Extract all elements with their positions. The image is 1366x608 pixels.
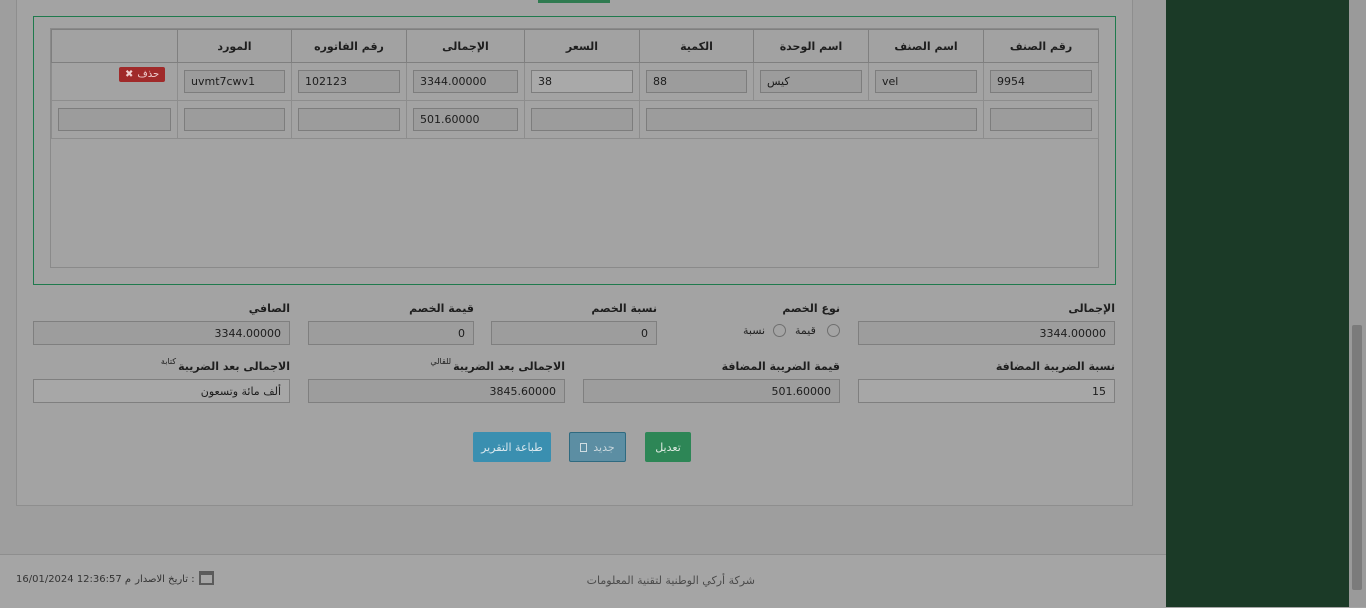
calendar-icon	[198, 571, 214, 585]
total-value-field[interactable]: 3344.00000	[858, 321, 1115, 345]
new-invoice-field[interactable]	[298, 108, 400, 131]
col-price: السعر	[524, 29, 640, 63]
new-total-field[interactable]: 501.60000	[413, 108, 518, 131]
total-label: الإجمالى	[1068, 302, 1115, 315]
vat-value-field[interactable]: 501.60000	[583, 379, 840, 403]
col-unit-name: اسم الوحدة	[753, 29, 869, 63]
edit-button[interactable]: تعديل	[645, 432, 691, 462]
vat-rate-field[interactable]: 15	[858, 379, 1115, 403]
top-action-button-edge[interactable]	[538, 0, 610, 3]
col-quantity: الكمية	[639, 29, 754, 63]
total-field[interactable]: 3344.00000	[413, 70, 518, 93]
net-label: الصافي	[248, 302, 290, 315]
col-item-no: رقم الصنف	[983, 29, 1099, 63]
items-grid: رقم الصنف اسم الصنف اسم الوحدة الكمية ال…	[50, 28, 1099, 268]
vat-value-label: قيمة الضريبة المضافة	[721, 360, 840, 373]
release-date: 16/01/2024 12:36:57 م	[16, 574, 132, 585]
grid-header-row: رقم الصنف اسم الصنف اسم الوحدة الكمية ال…	[51, 29, 1099, 63]
company-name: شركة أركي الوطنية لتقنية المعلومات	[586, 574, 755, 587]
invoice-no-field[interactable]: 102123	[298, 70, 400, 93]
col-total: الإجمالى	[406, 29, 525, 63]
sidebar	[1166, 0, 1349, 607]
delete-row-button[interactable]: ✖ حذف	[119, 67, 166, 82]
total-after-tax-sup: للقالي	[430, 357, 452, 366]
vat-rate-label: نسبة الضريبة المضافة	[995, 360, 1115, 373]
total-after-tax-field[interactable]: 3845.60000	[308, 379, 565, 403]
discount-value-label: قيمة الخصم	[409, 302, 474, 315]
release-info: 16/01/2024 12:36:57 م تاريخ الاصدار :	[16, 571, 214, 585]
discount-type-value-radio[interactable]	[827, 324, 840, 337]
scrollbar-thumb[interactable]	[1352, 325, 1362, 590]
item-name-field[interactable]: vel	[875, 70, 977, 93]
new-price-field[interactable]	[531, 108, 633, 131]
discount-type-label: نوع الخصم	[782, 302, 840, 315]
quantity-field[interactable]: 88	[646, 70, 747, 93]
col-actions	[51, 29, 178, 63]
price-field[interactable]: 38	[531, 70, 633, 93]
print-label: طباعة التقرير	[481, 440, 543, 454]
total-after-tax-label: الاجمالى بعد الضريبة	[453, 360, 565, 373]
supplier-field[interactable]: uvmt7cwv1	[184, 70, 285, 93]
total-words-field[interactable]: ألف مائة وتسعون	[33, 379, 290, 403]
new-supplier-field[interactable]	[184, 108, 285, 131]
total-words-sup: كتابة	[160, 357, 177, 366]
discount-rate-field[interactable]: 0	[491, 321, 657, 345]
entry-row: 501.60000	[51, 100, 1099, 139]
discount-type-value-label: قيمة	[795, 324, 816, 337]
discount-rate-label: نسبة الخصم	[591, 302, 657, 315]
new-item-desc-field[interactable]	[646, 108, 977, 131]
new-extra-field[interactable]	[58, 108, 171, 131]
print-report-button[interactable]: طباعة التقرير	[473, 432, 551, 462]
file-icon	[580, 442, 588, 452]
new-label: جديد	[593, 440, 615, 454]
delete-label: حذف	[137, 69, 160, 80]
footer: شركة أركي الوطنية لتقنية المعلومات 16/01…	[0, 554, 1166, 608]
total-words-label-group: كتابة الاجمالى بعد الضريبة	[140, 357, 290, 373]
table-row: 9954 vel كيس 88 38 3344.00000 102123 uvm…	[51, 62, 1099, 101]
discount-value-field[interactable]: 0	[308, 321, 474, 345]
col-supplier: المورد	[177, 29, 292, 63]
total-words-label: الاجمالى بعد الضريبة	[178, 360, 290, 373]
discount-type-percent-radio[interactable]	[773, 324, 786, 337]
new-button[interactable]: جديد	[569, 432, 626, 462]
col-item-name: اسم الصنف	[868, 29, 984, 63]
unit-name-field[interactable]: كيس	[760, 70, 862, 93]
release-label: تاريخ الاصدار :	[135, 574, 195, 585]
main-content: رقم الصنف اسم الصنف اسم الوحدة الكمية ال…	[0, 0, 1166, 608]
item-no-field[interactable]: 9954	[990, 70, 1092, 93]
vertical-scrollbar[interactable]	[1349, 0, 1366, 607]
edit-label: تعديل	[655, 440, 681, 454]
total-after-tax-label-group: للقالي الاجمالى بعد الضريبة	[420, 357, 565, 373]
new-item-no-field[interactable]	[990, 108, 1092, 131]
discount-type-percent-label: نسبة	[743, 324, 766, 337]
col-invoice-no: رقم الفاتوره	[291, 29, 407, 63]
net-value-field[interactable]: 3344.00000	[33, 321, 290, 345]
close-icon: ✖	[125, 69, 134, 80]
